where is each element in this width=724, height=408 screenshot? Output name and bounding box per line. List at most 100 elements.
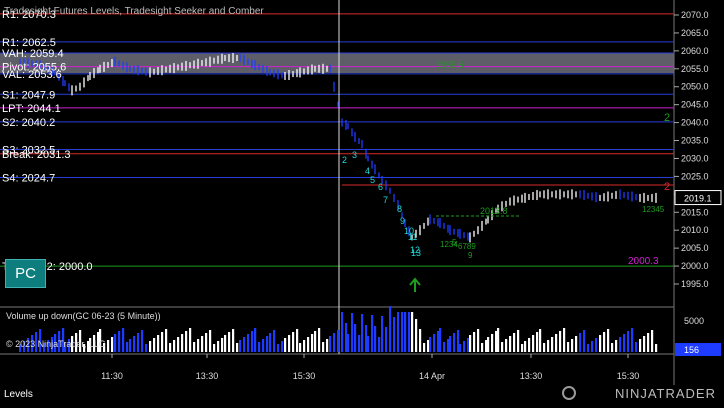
volume-bar (281, 341, 284, 352)
volume-bar (415, 319, 418, 352)
current-volume-label: 156 (684, 345, 699, 355)
volume-bar (411, 312, 414, 352)
volume-bar (437, 331, 440, 352)
volume-bar (122, 328, 125, 352)
pink-price-label: 2000.3 (628, 256, 659, 267)
value-area-band (0, 53, 674, 73)
chart-window: R1: 2070.3 R1: 2062.5 VAH: 2059.4 Pivot: 20… (0, 0, 724, 403)
volume-bar (419, 329, 422, 352)
volume-bar (429, 337, 432, 352)
volume-bar (262, 339, 265, 352)
volume-bar (449, 336, 452, 352)
volume-bar (559, 331, 562, 352)
volume-bar (393, 317, 396, 352)
volume-bar (579, 333, 582, 352)
volume-bar (118, 331, 121, 352)
volume-bar (563, 328, 566, 352)
price-tick-label: 2050.0 (681, 82, 709, 92)
pc-button[interactable]: PC (5, 259, 46, 288)
volume-bar (189, 328, 192, 352)
volume-bar (371, 315, 374, 352)
volume-bar (129, 339, 132, 352)
volume-bar (473, 332, 476, 352)
time-tick-label: 15:30 (293, 371, 316, 381)
volume-bar (571, 339, 574, 352)
red-right-label: 2 (664, 181, 670, 193)
volume-bar (443, 342, 446, 352)
level-label: VAH: 2059.4 (2, 48, 64, 60)
volume-bar (217, 341, 220, 352)
time-tick-label: 14 Apr (419, 371, 445, 381)
volume-bar (536, 332, 539, 352)
volume-bar (509, 336, 512, 352)
volume-bar (497, 328, 500, 352)
volume-bar (358, 335, 361, 352)
green-seq-label: 5 (452, 238, 457, 247)
volume-bar (133, 336, 136, 352)
price-tick-label: 2065.0 (681, 28, 709, 38)
tab-levels[interactable]: Levels (4, 389, 33, 400)
volume-bar (169, 343, 172, 352)
volume-bar (611, 343, 614, 352)
volume-bar (623, 334, 626, 352)
green-seq-label: 12345 (642, 205, 665, 214)
volume-bar (423, 343, 426, 352)
volume-bar (254, 328, 257, 352)
volume-bar (337, 330, 340, 352)
volume-bar (303, 340, 306, 352)
price-chart[interactable]: R1: 2070.3R1: 2062.5VAH: 2059.4Pivot: 20… (0, 0, 724, 403)
volume-bar (591, 341, 594, 352)
volume-bar (603, 332, 606, 352)
volume-bar (551, 337, 554, 352)
volume-bar (236, 343, 239, 352)
volume-bar (491, 334, 494, 352)
volume-bar (635, 342, 638, 352)
volume-bar (157, 335, 160, 352)
price-tick-label: 2005.0 (681, 243, 709, 253)
price-tick-label: 2030.0 (681, 153, 709, 163)
price-tick-label: 2015.0 (681, 207, 709, 217)
volume-bar (378, 337, 381, 352)
volume-bar (487, 337, 490, 352)
volume-bar (365, 325, 368, 352)
volume-bar (547, 340, 550, 352)
volume-bar (185, 331, 188, 352)
volume-bar (459, 344, 462, 352)
price-tick-label: 2070.0 (681, 10, 709, 20)
price-tick-label: 2060.0 (681, 46, 709, 56)
volume-bar (205, 333, 208, 352)
volume-bar (447, 339, 450, 352)
volume-bar (485, 340, 488, 352)
volume-bar (457, 330, 460, 352)
volume-bar (341, 312, 344, 352)
volume-bar (149, 341, 152, 352)
volume-bar (505, 339, 508, 352)
volume-bar (114, 334, 117, 352)
volume-bar (397, 312, 400, 352)
volume-bar (193, 342, 196, 352)
volume-bar (288, 335, 291, 352)
volume-bar (528, 338, 531, 352)
seq-number: 3 (352, 150, 357, 160)
volume-bar (477, 329, 480, 352)
volume-bar (595, 338, 598, 352)
level-label: Break: 2031.3 (2, 149, 71, 161)
green-target-label: 2013.8 (480, 206, 508, 216)
volume-bar (201, 336, 204, 352)
volume-bar (314, 331, 317, 352)
current-price-label: 2019.1 (684, 194, 712, 204)
volume-bar (228, 332, 231, 352)
price-tick-label: 2000.0 (681, 261, 709, 271)
seq-number: 5 (370, 175, 375, 185)
volume-bar (333, 333, 336, 352)
volume-bar (269, 333, 272, 352)
volume-bar (655, 344, 658, 352)
volume-bar (433, 334, 436, 352)
price-tick-label: 2055.0 (681, 64, 709, 74)
volume-bar (299, 343, 302, 352)
volume-bar (361, 314, 364, 352)
volume-bar (643, 336, 646, 352)
time-tick-label: 13:30 (520, 371, 543, 381)
volume-bar (322, 342, 325, 352)
seq-number: 7 (383, 195, 388, 205)
